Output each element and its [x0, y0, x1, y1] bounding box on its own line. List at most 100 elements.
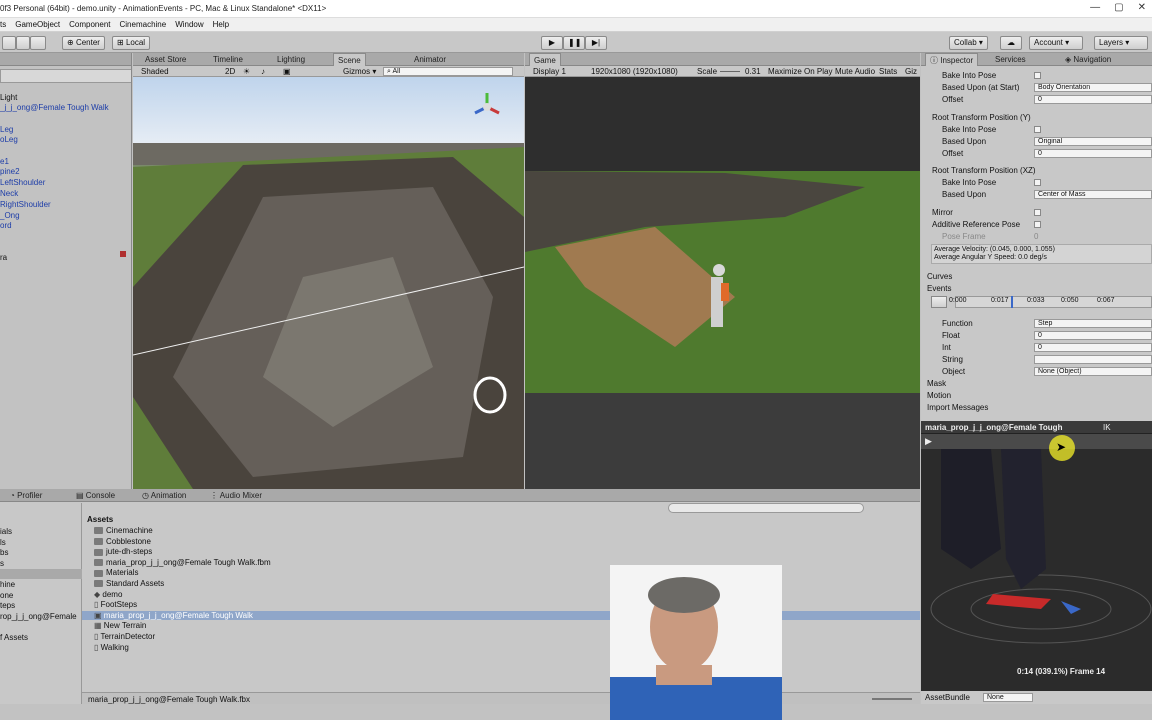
rect-tool-icon[interactable]	[16, 36, 30, 50]
inspector-field[interactable]: Body Orientation	[1034, 83, 1152, 92]
scene-search-input[interactable]: ⌕ All	[383, 67, 513, 76]
import-messages-foldout[interactable]: Import Messages	[927, 403, 988, 412]
hierarchy-item[interactable]: _j_j_ong@Female Tough Walk	[0, 103, 109, 112]
project-folder-item[interactable]: bs	[0, 548, 8, 557]
tab-animation[interactable]: ◷ Animation	[138, 489, 190, 502]
asset-item[interactable]: Cinemachine	[94, 526, 153, 535]
project-folder-item[interactable]: rop_j_j_ong@Female	[0, 612, 77, 621]
menu-cinemachine[interactable]: Cinemachine	[120, 18, 167, 31]
project-folder-item[interactable]: s	[0, 559, 4, 568]
account-button[interactable]: Account ▾	[1029, 36, 1083, 50]
display-dropdown[interactable]: Display 1	[533, 67, 566, 76]
gizmos-toggle[interactable]: Giz	[905, 67, 917, 76]
asset-item[interactable]: Cobblestone	[94, 537, 151, 546]
2d-toggle[interactable]: 2D	[225, 67, 235, 76]
audio-toggle-icon[interactable]: ♪	[261, 67, 265, 76]
hierarchy-item[interactable]: e1	[0, 157, 9, 166]
hierarchy-search[interactable]	[0, 69, 131, 83]
asset-item[interactable]: jute-dh-steps	[94, 547, 152, 556]
asset-item[interactable]: Materials	[94, 568, 138, 577]
maximize-icon[interactable]: ▢	[1114, 2, 1123, 13]
hierarchy-item[interactable]: LeftShoulder	[0, 178, 45, 187]
project-folder-item[interactable]: hine	[0, 580, 15, 589]
hierarchy-item[interactable]: Neck	[0, 189, 18, 198]
hierarchy-item[interactable]: RightShoulder	[0, 200, 51, 209]
ik-toggle[interactable]: IK	[1103, 423, 1111, 432]
project-folder-item[interactable]: f Assets	[0, 633, 28, 642]
game-view[interactable]: Game Display 1 1920x1080 (1920x1080) Sca…	[525, 53, 920, 489]
tab-audio-mixer[interactable]: ⋮ Audio Mixer	[206, 489, 266, 502]
event-marker[interactable]	[1011, 296, 1013, 308]
event-function-field[interactable]: Step	[1034, 319, 1152, 328]
asset-item[interactable]: ▯ TerrainDetector	[94, 632, 155, 641]
tab-navigation[interactable]: ◈ Navigation	[1061, 53, 1115, 66]
hierarchy-item[interactable]: _Ong	[0, 211, 20, 220]
asset-item[interactable]: Standard Assets	[94, 579, 164, 588]
inspector-checkbox[interactable]	[1034, 126, 1041, 133]
project-folder-item[interactable]: ls	[0, 538, 6, 547]
additive-pose-checkbox[interactable]	[1034, 221, 1041, 228]
tab-profiler[interactable]: ◔ Profiler	[6, 489, 46, 502]
menu-help[interactable]: Help	[213, 18, 229, 31]
project-search-input[interactable]	[668, 503, 864, 513]
tab-asset-store[interactable]: Asset Store	[141, 53, 190, 66]
collab-button[interactable]: Collab ▾	[949, 36, 988, 50]
cloud-button[interactable]: ☁	[1000, 36, 1022, 50]
asset-item[interactable]: ▯ FootSteps	[94, 600, 137, 609]
pivot-center-button[interactable]: ⊕ Center	[62, 36, 105, 50]
mask-foldout[interactable]: Mask	[927, 379, 946, 388]
hierarchy-item[interactable]: oLeg	[0, 135, 18, 144]
close-icon[interactable]: ✕	[1138, 2, 1146, 13]
scale-tool-icon[interactable]	[2, 36, 16, 50]
layers-button[interactable]: Layers ▾	[1094, 36, 1148, 50]
motion-foldout[interactable]: Motion	[927, 391, 951, 400]
event-timeline[interactable]	[955, 296, 1152, 308]
project-folder-item[interactable]: teps	[0, 601, 15, 610]
icon-size-slider[interactable]	[872, 698, 912, 700]
mirror-checkbox[interactable]	[1034, 209, 1041, 216]
tab-game[interactable]: Game	[529, 53, 561, 66]
lighting-toggle-icon[interactable]: ☀	[243, 67, 250, 76]
asset-item[interactable]: ▣ maria_prop_j_j_ong@Female Tough Walk	[82, 610, 920, 620]
project-folder-item[interactable]: ials	[0, 527, 12, 536]
event-int-field[interactable]: 0	[1034, 343, 1152, 352]
asset-item[interactable]: ◆ demo	[94, 590, 122, 599]
tab-inspector[interactable]: ⓘ Inspector	[925, 53, 979, 66]
minimize-icon[interactable]: —	[1090, 2, 1100, 13]
effects-toggle-icon[interactable]: ▣	[283, 67, 291, 76]
gizmos-dropdown[interactable]: Gizmos ▾	[343, 67, 376, 76]
maximize-on-play-toggle[interactable]: Maximize On Play	[768, 67, 832, 76]
asset-item[interactable]: ▯ Walking	[94, 643, 129, 652]
stats-toggle[interactable]: Stats	[879, 67, 897, 76]
inspector-field[interactable]: Center of Mass	[1034, 190, 1152, 199]
scene-orientation-gizmo[interactable]	[469, 89, 505, 125]
tab-services[interactable]: Services	[991, 53, 1030, 66]
transform-tool-icon[interactable]	[30, 36, 46, 50]
tab-lighting[interactable]: Lighting	[273, 53, 309, 66]
inspector-checkbox[interactable]	[1034, 72, 1041, 79]
menu-component[interactable]: Component	[69, 18, 110, 31]
asset-item[interactable]: ▦ New Terrain	[94, 621, 146, 630]
add-event-button[interactable]	[931, 296, 947, 308]
shading-mode-dropdown[interactable]: Shaded	[141, 67, 169, 76]
play-button[interactable]: ▶	[541, 36, 563, 50]
scene-view[interactable]: Asset Store Timeline Lighting Scene Anim…	[133, 53, 524, 489]
tab-scene[interactable]: Scene	[333, 53, 366, 66]
preview-timeline-bar[interactable]: ▶	[921, 434, 1152, 449]
step-button[interactable]: ▶|	[585, 36, 607, 50]
resolution-dropdown[interactable]: 1920x1080 (1920x1080)	[591, 67, 678, 76]
tab-animator[interactable]: Animator	[410, 53, 450, 66]
menu-assets[interactable]: ts	[0, 18, 6, 31]
hierarchy-item[interactable]: ra	[0, 253, 7, 262]
menu-window[interactable]: Window	[175, 18, 203, 31]
curves-foldout[interactable]: Curves	[927, 272, 952, 281]
mute-audio-toggle[interactable]: Mute Audio	[835, 67, 875, 76]
scale-slider[interactable]	[720, 71, 740, 72]
assetbundle-dropdown[interactable]: None	[983, 693, 1033, 702]
preview-play-icon[interactable]: ▶	[925, 436, 932, 447]
event-float-field[interactable]: 0	[1034, 331, 1152, 340]
inspector-field[interactable]: Original	[1034, 137, 1152, 146]
events-foldout[interactable]: Events	[927, 284, 951, 293]
hierarchy-item[interactable]: pine2	[0, 167, 20, 176]
event-object-field[interactable]: None (Object)	[1034, 367, 1152, 376]
